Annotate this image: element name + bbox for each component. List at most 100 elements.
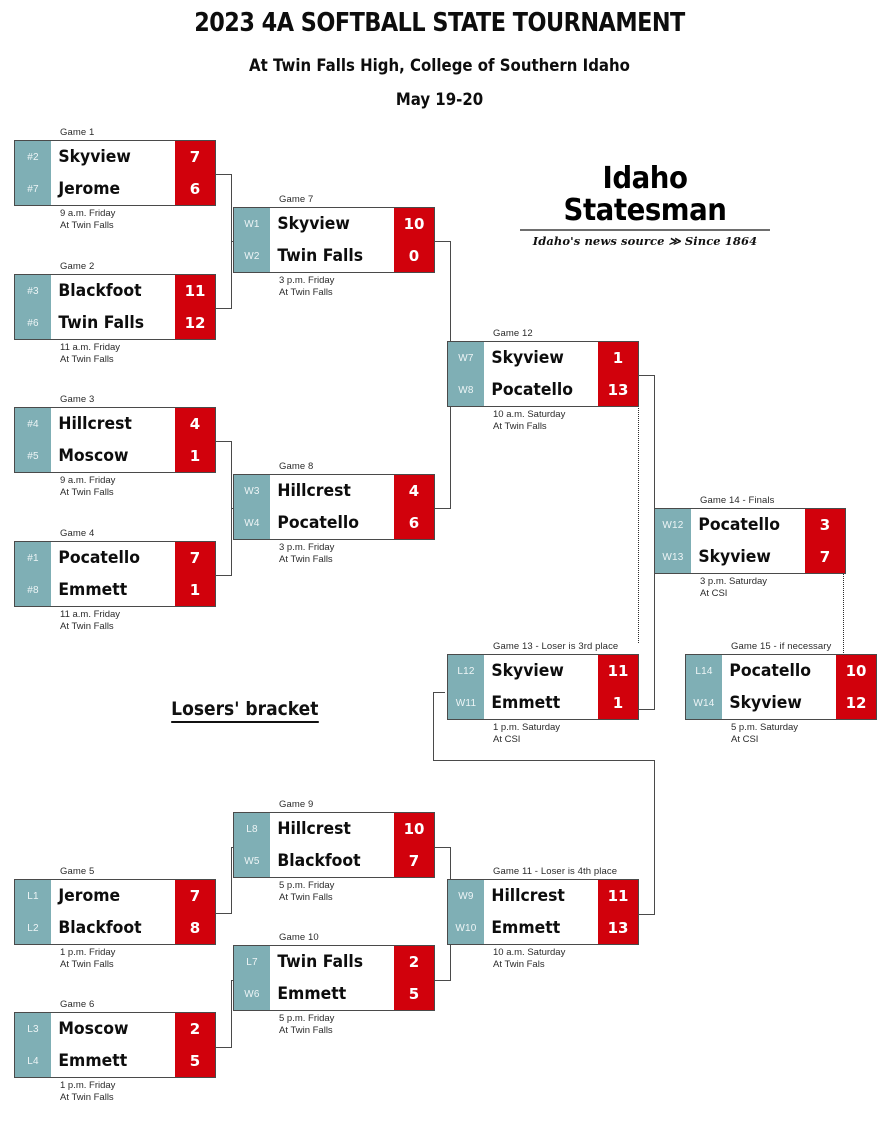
seed-bottom: W11 [455, 697, 477, 709]
game-box[interactable]: #4 #5 Hillcrest Moscow 4 1 [14, 407, 216, 473]
game-time: 5 p.m. Friday [279, 1013, 335, 1024]
game-block-game11[interactable]: Game 11 - Loser is 4th place W9 W10 Hill… [447, 866, 639, 970]
score-top: 11 [607, 662, 629, 680]
game-block-game3[interactable]: Game 3 #4 #5 Hillcrest Moscow 4 1 9 a.m.… [14, 394, 216, 498]
game-block-game15[interactable]: Game 15 - if necessary L14 W14 Pocatello… [685, 641, 877, 745]
score-top: 3 [819, 516, 831, 534]
game-box[interactable]: L14 W14 Pocatello Skyview 10 12 [685, 654, 877, 720]
game-label: Game 5 [60, 866, 95, 877]
game-label: Game 1 [60, 127, 95, 138]
game-block-game13[interactable]: Game 13 - Loser is 3rd place L12 W11 Sky… [447, 641, 639, 745]
game-venue: At CSI [731, 733, 759, 745]
team-name-top: Pocatello [698, 515, 780, 535]
seed-column: #3 #6 [15, 275, 51, 339]
game-box[interactable]: L7 W6 Twin Falls Emmett 2 5 [233, 945, 435, 1011]
game-venue: At Twin Falls [493, 420, 547, 432]
seed-bottom: W10 [455, 922, 477, 934]
game-venue: At Twin Falls [60, 1091, 114, 1103]
score-top: 10 [403, 820, 425, 838]
connector-g11-bridge-top [433, 760, 655, 761]
score-bottom: 12 [845, 694, 867, 712]
connector-g12-loser-dotted [638, 398, 639, 643]
seed-bottom: #5 [27, 450, 39, 462]
seed-column: W1 W2 [234, 208, 270, 272]
game-box[interactable]: L1 L2 Jerome Blackfoot 7 8 [14, 879, 216, 945]
game-block-game14[interactable]: Game 14 - Finals W12 W13 Pocatello Skyvi… [654, 495, 846, 599]
game-block-game5[interactable]: Game 5 L1 L2 Jerome Blackfoot 7 8 1 p.m.… [14, 866, 216, 970]
score-column: 11 13 [598, 880, 638, 944]
seed-top: L14 [695, 665, 713, 677]
game-box[interactable]: L8 W5 Hillcrest Blackfoot 10 7 [233, 812, 435, 878]
game-label: Game 3 [60, 394, 95, 405]
game-box[interactable]: #1 #8 Pocatello Emmett 7 1 [14, 541, 216, 607]
game-block-game2[interactable]: Game 2 #3 #6 Blackfoot Twin Falls 11 12 … [14, 261, 216, 365]
game-time: 3 p.m. Saturday [700, 576, 768, 587]
connector-into-g13 [433, 692, 445, 693]
score-bottom: 13 [607, 919, 629, 937]
team-name-bottom: Emmett [58, 1051, 128, 1071]
game-label: Game 15 - if necessary [731, 641, 832, 652]
game-block-game1[interactable]: Game 1 #2 #7 Skyview Jerome 7 6 9 a.m. F… [14, 127, 216, 231]
game-box[interactable]: L3 L4 Moscow Emmett 2 5 [14, 1012, 216, 1078]
connector-g3-out [215, 441, 231, 442]
game-box[interactable]: W1 W2 Skyview Twin Falls 10 0 [233, 207, 435, 273]
game-block-game8[interactable]: Game 8 W3 W4 Hillcrest Pocatello 4 6 3 p… [233, 461, 435, 565]
connector-g6-out [215, 1047, 231, 1048]
score-bottom: 7 [819, 548, 831, 566]
game-block-game12[interactable]: Game 12 W7 W8 Skyview Pocatello 1 13 10 … [447, 328, 639, 432]
game-box[interactable]: W3 W4 Hillcrest Pocatello 4 6 [233, 474, 435, 540]
game-block-game7[interactable]: Game 7 W1 W2 Skyview Twin Falls 10 0 3 p… [233, 194, 435, 298]
game-block-game9[interactable]: Game 9 L8 W5 Hillcrest Blackfoot 10 7 5 … [233, 799, 435, 903]
team-name-top: Pocatello [729, 661, 811, 681]
game-label: Game 9 [279, 799, 314, 810]
seed-bottom: #7 [27, 183, 39, 195]
game-block-game6[interactable]: Game 6 L3 L4 Moscow Emmett 2 5 1 p.m. Fr… [14, 999, 216, 1103]
game-box[interactable]: #2 #7 Skyview Jerome 7 6 [14, 140, 216, 206]
game-venue: At Twin Falls [60, 958, 114, 970]
score-top: 2 [189, 1020, 201, 1038]
game-meta: 11 a.m. Friday At Twin Falls [60, 342, 216, 365]
masthead-divider [520, 229, 770, 231]
seed-top: #3 [27, 285, 39, 297]
score-column: 10 0 [394, 208, 434, 272]
connector-g8-out [434, 508, 450, 509]
masthead-name: Idaho Statesman [563, 161, 727, 228]
game-label: Game 11 - Loser is 4th place [493, 866, 618, 877]
game-block-game10[interactable]: Game 10 L7 W6 Twin Falls Emmett 2 5 5 p.… [233, 932, 435, 1036]
game-box[interactable]: W7 W8 Skyview Pocatello 1 13 [447, 341, 639, 407]
connector-g4-out [215, 575, 231, 576]
team-name-top: Pocatello [58, 548, 140, 568]
game-meta: 10 a.m. Saturday At Twin Falls [493, 409, 639, 432]
game-time: 3 p.m. Friday [279, 275, 335, 286]
seed-bottom: W6 [244, 988, 260, 1000]
team-name-top: Hillcrest [58, 414, 132, 434]
seed-top: L3 [27, 1023, 39, 1035]
page-subtitle: At Twin Falls High, College of Southern … [249, 56, 630, 76]
seed-column: #2 #7 [15, 141, 51, 205]
seed-column: W3 W4 [234, 475, 270, 539]
seed-column: L3 L4 [15, 1013, 51, 1077]
game-box[interactable]: W12 W13 Pocatello Skyview 3 7 [654, 508, 846, 574]
game-block-game4[interactable]: Game 4 #1 #8 Pocatello Emmett 7 1 11 a.m… [14, 528, 216, 632]
connector-g9-out [434, 847, 450, 848]
game-venue: At Twin Falls [279, 1024, 333, 1036]
game-meta: 9 a.m. Friday At Twin Falls [60, 208, 216, 231]
game-box[interactable]: #3 #6 Blackfoot Twin Falls 11 12 [14, 274, 216, 340]
team-name-top: Skyview [277, 214, 350, 234]
game-time: 11 a.m. Friday [60, 342, 121, 353]
seed-bottom: W5 [244, 855, 260, 867]
bracket-page: 2023 4A SOFTBALL STATE TOURNAMENT At Twi… [0, 0, 879, 1137]
game-meta: 1 p.m. Friday At Twin Falls [60, 1080, 216, 1103]
score-top: 1 [612, 349, 624, 367]
game-box[interactable]: L12 W11 Skyview Emmett 11 1 [447, 654, 639, 720]
connector-g2-out [215, 308, 231, 309]
game-time: 3 p.m. Friday [279, 542, 335, 553]
game-venue: At CSI [700, 587, 728, 599]
game-meta: 1 p.m. Saturday At CSI [493, 722, 639, 745]
score-top: 11 [184, 282, 206, 300]
game-box[interactable]: W9 W10 Hillcrest Emmett 11 13 [447, 879, 639, 945]
score-bottom: 1 [189, 447, 201, 465]
game-time: 1 p.m. Friday [60, 947, 116, 958]
connector-g13-feed-vertical [433, 692, 434, 761]
team-name-bottom: Skyview [698, 547, 771, 567]
